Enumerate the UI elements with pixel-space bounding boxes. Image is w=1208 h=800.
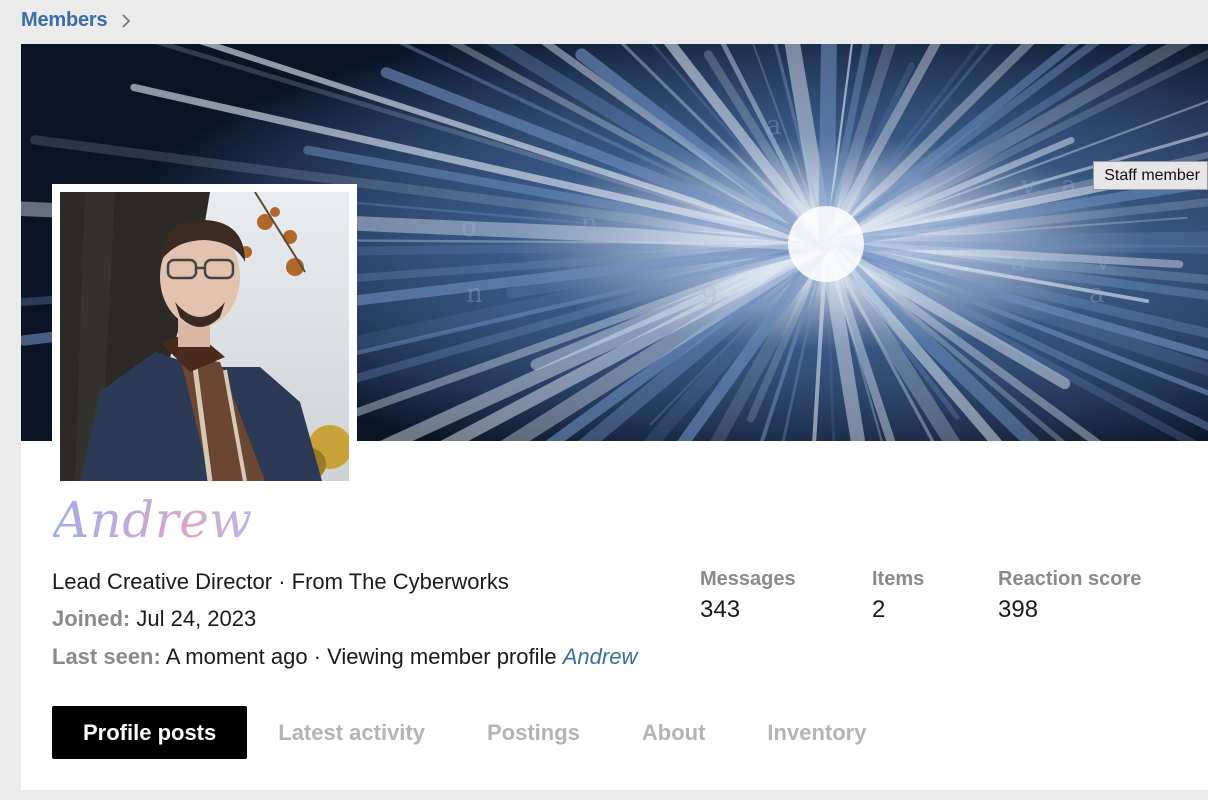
member-title-line: Lead Creative Director · From The Cyberw… bbox=[52, 569, 509, 594]
svg-text:n: n bbox=[581, 209, 598, 239]
tab-inventory[interactable]: Inventory bbox=[736, 706, 897, 759]
member-profile-card: o n n v a v a a a 9 Staff member Andrew … bbox=[21, 44, 1208, 790]
svg-text:a: a bbox=[1089, 279, 1105, 309]
last-seen-row: Last seen: A moment ago · Viewing member… bbox=[52, 644, 637, 670]
svg-text:9: 9 bbox=[701, 281, 718, 311]
chevron-right-icon bbox=[121, 13, 131, 28]
viewing-profile-link[interactable]: Andrew bbox=[563, 644, 638, 669]
tab-profile-posts[interactable]: Profile posts bbox=[52, 706, 248, 759]
tab-latest-activity[interactable]: Latest activity bbox=[247, 706, 456, 759]
member-name: Andrew bbox=[53, 491, 253, 549]
svg-text:o: o bbox=[461, 213, 477, 243]
breadcrumb-members-link[interactable]: Members bbox=[21, 9, 108, 32]
svg-text:a: a bbox=[1061, 171, 1077, 201]
stat-value[interactable]: 343 bbox=[700, 595, 796, 625]
avatar-photo bbox=[60, 192, 349, 481]
stat-label: Reaction score bbox=[998, 568, 1142, 590]
last-seen-label: Last seen: bbox=[52, 644, 161, 669]
stat-items[interactable]: Items 2 bbox=[872, 567, 924, 625]
avatar-frame[interactable] bbox=[52, 184, 357, 489]
svg-text:n: n bbox=[466, 279, 483, 309]
stat-reaction-score[interactable]: Reaction score 398 bbox=[998, 567, 1141, 625]
joined-row: Joined: Jul 24, 2023 bbox=[52, 606, 256, 632]
avatar[interactable] bbox=[60, 192, 349, 481]
stat-messages[interactable]: Messages 343 bbox=[700, 567, 796, 625]
breadcrumb: Members bbox=[21, 9, 131, 32]
staff-member-badge: Staff member bbox=[1093, 161, 1208, 190]
svg-text:v: v bbox=[1020, 171, 1036, 201]
stat-value[interactable]: 2 bbox=[872, 595, 924, 625]
last-seen-value: A moment ago · Viewing member profile bbox=[165, 644, 557, 669]
stat-value[interactable]: 398 bbox=[998, 595, 1141, 625]
stat-label: Items bbox=[872, 568, 925, 590]
joined-value: Jul 24, 2023 bbox=[136, 606, 257, 631]
tab-postings[interactable]: Postings bbox=[456, 706, 611, 759]
profile-tabs: Profile posts Latest activity Postings A… bbox=[52, 706, 897, 759]
svg-text:v: v bbox=[1095, 247, 1111, 277]
tab-about[interactable]: About bbox=[611, 706, 737, 759]
stat-label: Messages bbox=[700, 568, 796, 590]
svg-text:a: a bbox=[1011, 247, 1027, 277]
svg-text:a: a bbox=[766, 111, 782, 141]
joined-label: Joined: bbox=[52, 606, 131, 631]
